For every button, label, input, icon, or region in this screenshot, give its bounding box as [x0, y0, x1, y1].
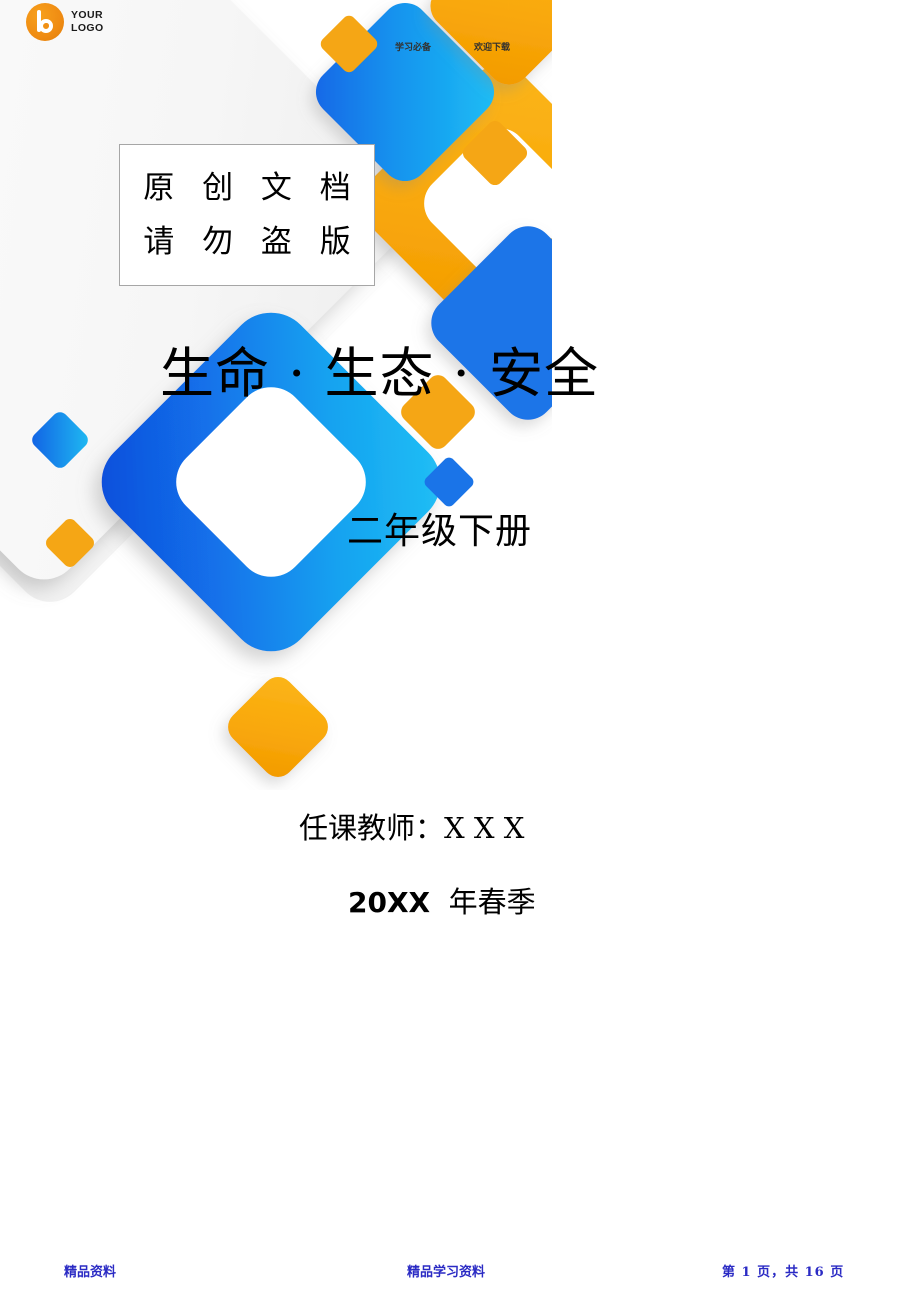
orange-diamond-small-top [320, 15, 378, 73]
logo-text-line1: YOUR [71, 9, 103, 21]
page-subtitle: 二年级下册 [347, 511, 533, 552]
page-title: 生命 · 生态 · 安全 [160, 342, 599, 405]
footer-left-label: 精品资料 [64, 1265, 117, 1280]
footer: 精品资料 精品学习资料 第 1 页，共 16 页 [0, 1258, 920, 1288]
footer-center-label: 精品学习资料 [407, 1265, 486, 1280]
footer-page-info: 第 1 页，共 16 页 [722, 1265, 845, 1280]
date-season: 年春季 [448, 885, 536, 919]
orange-diamond-mid-right [462, 120, 528, 186]
orange-diamond-left-small [46, 519, 94, 567]
logo: YOUR LOGO [26, 3, 104, 41]
logo-text: YOUR LOGO [71, 9, 104, 35]
watermark-line-2: 请 勿 盗 版 [143, 224, 360, 260]
cover-page: YOUR LOGO 学习必备 欢迎下载 原 创 文 档 请 勿 盗 版 生命 ·… [0, 0, 920, 1303]
b-logo-icon [26, 3, 64, 41]
blue-diamond-left-small [32, 412, 88, 468]
header-tag-right: 欢迎下载 [474, 42, 511, 52]
teacher-line: 任课教师：X X X [299, 811, 525, 845]
watermark-box: 原 创 文 档 请 勿 盗 版 [119, 144, 375, 286]
logo-text-line2: LOGO [71, 22, 104, 34]
blue-diamond-center-small [424, 457, 474, 507]
date-line: 20XX 年春季 [348, 882, 536, 923]
date-year: 20XX [348, 886, 431, 919]
watermark-line-1: 原 创 文 档 [143, 170, 360, 206]
white-rotated-panel [0, 0, 420, 580]
orange-diamond-bottom [228, 677, 328, 777]
header-tag-left: 学习必备 [395, 42, 432, 52]
